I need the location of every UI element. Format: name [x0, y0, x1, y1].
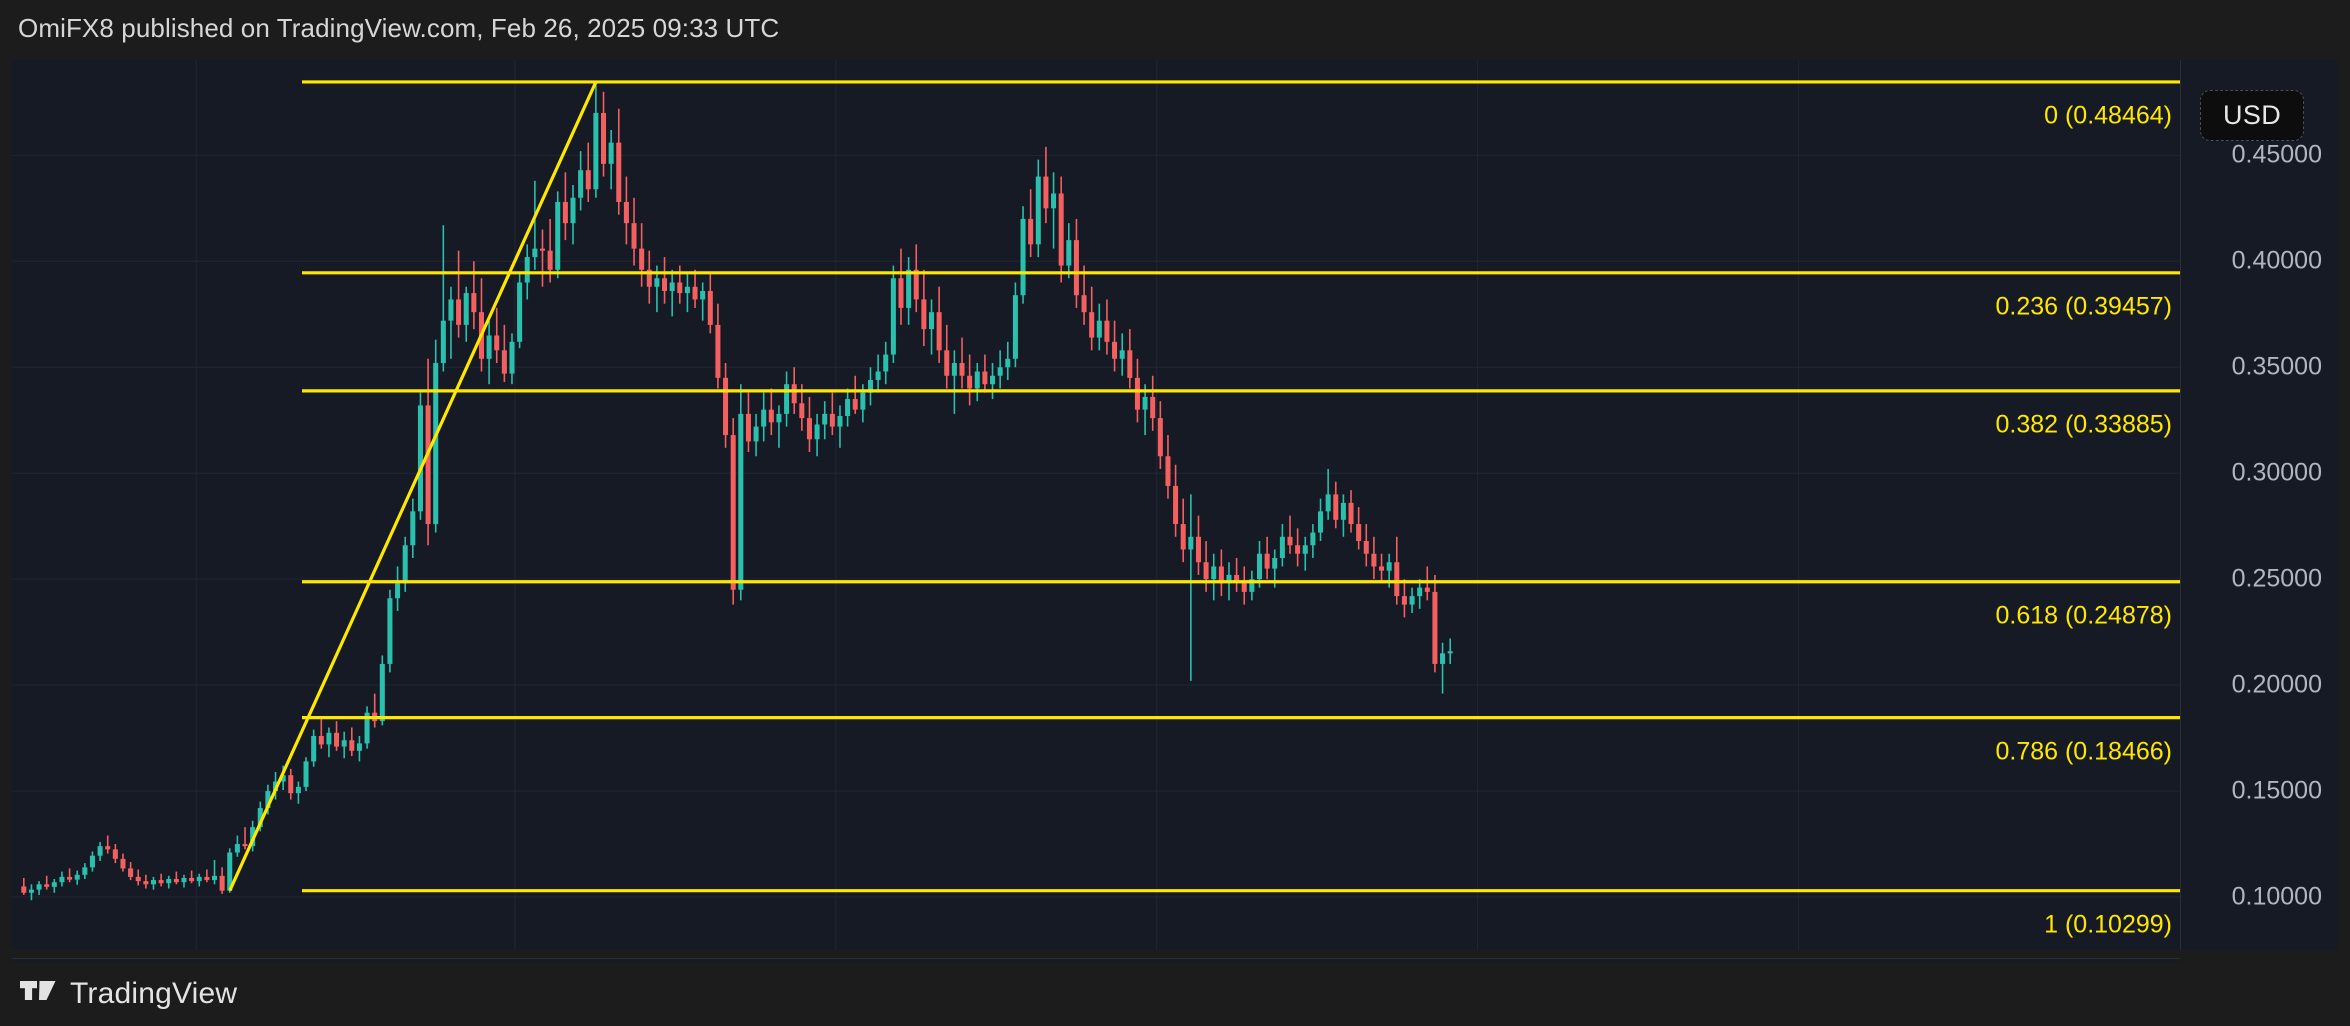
candlestick-plot: [12, 60, 2180, 950]
fibonacci-level-label: 0.786 (0.18466): [1842, 737, 2172, 766]
candle-series: [21, 81, 1452, 900]
publish-header-text: OmiFX8 published on TradingView.com, Feb…: [18, 13, 779, 44]
fibonacci-lines: [302, 82, 2180, 891]
plot-area[interactable]: 0 (0.48464) 0.236 (0.39457) 0.382 (0.33885…: [12, 60, 2180, 950]
price-tick: 0.35000: [2232, 353, 2322, 382]
time-scale-top-divider: [12, 958, 2180, 959]
price-tick: 0.25000: [2232, 565, 2322, 594]
price-tick: 0.20000: [2232, 671, 2322, 700]
fibonacci-level-label: 0 (0.48464): [1842, 101, 2172, 130]
price-tick: 0.40000: [2232, 247, 2322, 276]
price-scale-axis[interactable]: USD 0.45000 0.40000 0.35000 0.30000 0.25000 0…: [2180, 60, 2338, 950]
price-tick: 0.45000: [2232, 141, 2322, 170]
price-scale-divider: [2180, 60, 2181, 950]
fibonacci-level-label: 0.618 (0.24878): [1842, 601, 2172, 630]
price-tick: 0.10000: [2232, 883, 2322, 912]
tradingview-logo[interactable]: TradingView: [20, 977, 237, 1011]
chart-frame: 0 (0.48464) 0.236 (0.39457) 0.382 (0.33885…: [0, 56, 2350, 956]
fibonacci-level-label: 0.382 (0.33885): [1842, 410, 2172, 439]
publish-header: OmiFX8 published on TradingView.com, Feb…: [0, 0, 2350, 56]
grid-lines: [12, 60, 2180, 950]
price-tick: 0.15000: [2232, 777, 2322, 806]
fibonacci-level-label: 1 (0.10299): [1842, 910, 2172, 939]
trend-line: [230, 82, 596, 891]
tradingview-chart-screenshot: OmiFX8 published on TradingView.com, Feb…: [0, 0, 2350, 1026]
currency-badge[interactable]: USD: [2200, 90, 2304, 141]
tradingview-wordmark: TradingView: [70, 977, 237, 1011]
tradingview-mark-icon: [20, 979, 56, 1009]
fibonacci-level-label: 0.236 (0.39457): [1842, 292, 2172, 321]
footer: TradingView: [0, 962, 2350, 1026]
price-tick: 0.30000: [2232, 459, 2322, 488]
